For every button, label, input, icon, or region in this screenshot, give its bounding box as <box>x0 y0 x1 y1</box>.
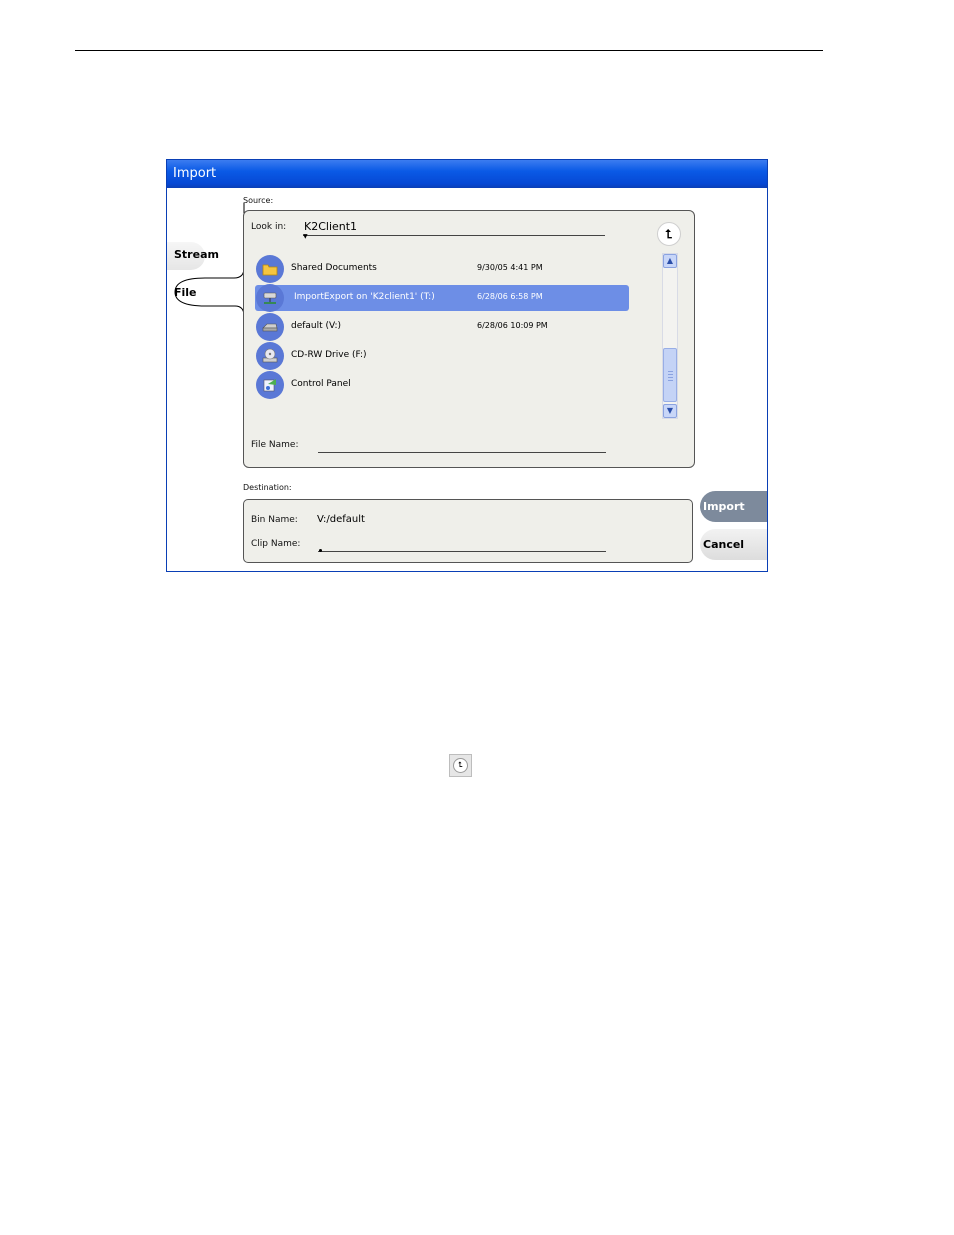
list-item-name: Control Panel <box>291 379 351 389</box>
source-panel: Look in: K2Client1 ▼ ⮤ Shared Documents … <box>243 210 695 468</box>
file-name-input[interactable] <box>318 437 606 453</box>
page-header-rule <box>75 50 823 51</box>
tab-stream-label: Stream <box>174 248 219 261</box>
list-item-importexport[interactable]: ImportExport on 'K2client1' (T:) 6/28/06… <box>255 284 629 312</box>
cancel-button[interactable]: Cancel <box>700 529 767 560</box>
list-item-date: 6/28/06 10:09 PM <box>477 321 548 330</box>
destination-section-label: Destination: <box>243 483 292 492</box>
up-folder-icon: ⮤ <box>665 227 673 241</box>
cd-drive-icon <box>256 342 284 370</box>
source-section-label: Source: <box>243 196 274 205</box>
bin-name-label: Bin Name: <box>251 515 298 525</box>
look-in-value: K2Client1 <box>304 220 358 233</box>
tab-file[interactable]: File <box>172 276 248 308</box>
list-item-shared-documents[interactable]: Shared Documents 9/30/05 4:41 PM <box>255 255 629 283</box>
network-drive-icon <box>256 284 284 312</box>
file-list-scrollbar[interactable]: ▲ ▼ <box>662 253 678 419</box>
file-name-label: File Name: <box>251 440 299 450</box>
hard-drive-icon <box>256 313 284 341</box>
dropdown-arrow-icon: ▼ <box>303 233 308 240</box>
tab-file-label: File <box>174 286 197 299</box>
scroll-up-button[interactable]: ▲ <box>663 254 677 268</box>
list-item-default-drive[interactable]: default (V:) 6/28/06 10:09 PM <box>255 313 629 341</box>
list-item-cd-drive[interactable]: CD-RW Drive (F:) <box>255 342 629 370</box>
look-in-label: Look in: <box>251 222 287 232</box>
chevron-up-icon: ▲ <box>666 256 674 265</box>
tab-stream[interactable]: Stream <box>167 242 219 270</box>
scroll-down-button[interactable]: ▼ <box>663 404 677 418</box>
import-button[interactable]: Import <box>700 491 767 522</box>
clip-name-underline <box>318 549 606 552</box>
list-item-date: 6/28/06 6:58 PM <box>477 292 543 301</box>
look-in-dropdown[interactable]: K2Client1 ▼ <box>303 220 605 240</box>
list-item-name: default (V:) <box>291 321 342 331</box>
list-item-name: ImportExport on 'K2client1' (T:) <box>294 292 435 302</box>
clip-name-label: Clip Name: <box>251 539 301 549</box>
list-item-date: 9/30/05 4:41 PM <box>477 263 543 272</box>
dialog-title-bar: Import <box>167 160 767 188</box>
list-item-control-panel[interactable]: Control Panel <box>255 371 629 399</box>
list-item-name: Shared Documents <box>291 263 377 273</box>
clip-name-input[interactable] <box>318 536 606 552</box>
chevron-down-icon: ▼ <box>666 406 674 415</box>
import-dialog: Import Stream File Source: Look in: K2Cl… <box>166 159 768 572</box>
up-folder-button[interactable]: ⮤ <box>657 222 681 246</box>
bin-name-value: V:/default <box>317 514 365 525</box>
up-folder-icon: ⮤ <box>449 754 472 777</box>
folder-icon <box>256 255 284 283</box>
scrollbar-thumb[interactable] <box>663 348 677 402</box>
control-panel-icon <box>256 371 284 399</box>
destination-panel: Bin Name: V:/default Clip Name: <box>243 499 693 563</box>
file-name-underline <box>318 452 606 453</box>
list-item-name: CD-RW Drive (F:) <box>291 350 367 360</box>
